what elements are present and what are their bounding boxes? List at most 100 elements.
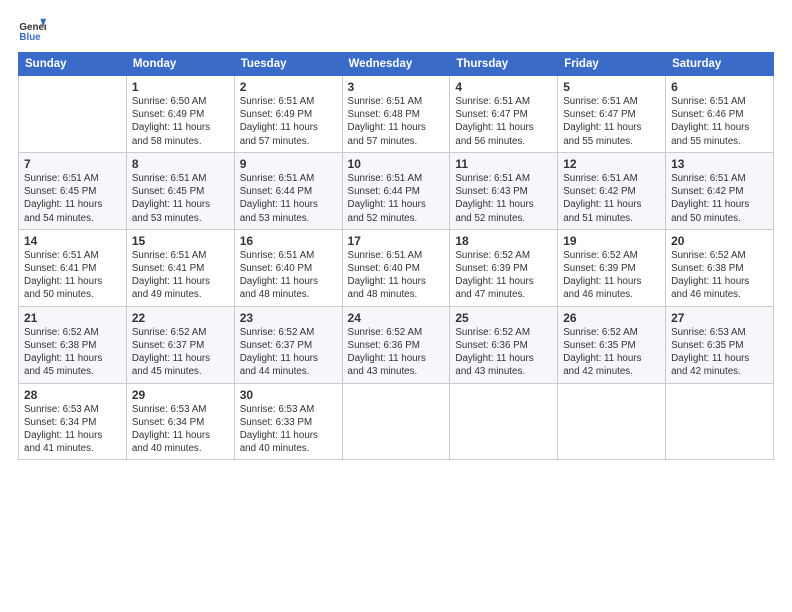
cell-content: Sunrise: 6:50 AM Sunset: 6:49 PM Dayligh… <box>132 95 229 148</box>
calendar-week-row: 28Sunrise: 6:53 AM Sunset: 6:34 PM Dayli… <box>19 383 774 460</box>
calendar-week-row: 7Sunrise: 6:51 AM Sunset: 6:45 PM Daylig… <box>19 152 774 229</box>
calendar-cell: 12Sunrise: 6:51 AM Sunset: 6:42 PM Dayli… <box>558 152 666 229</box>
weekday-header: Saturday <box>666 53 774 76</box>
calendar-cell <box>19 76 127 153</box>
day-number: 22 <box>132 311 229 325</box>
cell-content: Sunrise: 6:51 AM Sunset: 6:45 PM Dayligh… <box>24 172 121 225</box>
day-number: 24 <box>348 311 445 325</box>
day-number: 9 <box>240 157 337 171</box>
calendar-cell: 22Sunrise: 6:52 AM Sunset: 6:37 PM Dayli… <box>126 306 234 383</box>
calendar-cell <box>342 383 450 460</box>
calendar-cell: 17Sunrise: 6:51 AM Sunset: 6:40 PM Dayli… <box>342 229 450 306</box>
day-number: 15 <box>132 234 229 248</box>
day-number: 23 <box>240 311 337 325</box>
day-number: 26 <box>563 311 660 325</box>
day-number: 8 <box>132 157 229 171</box>
day-number: 5 <box>563 80 660 94</box>
page-header: General Blue <box>18 16 774 44</box>
day-number: 14 <box>24 234 121 248</box>
weekday-header: Friday <box>558 53 666 76</box>
cell-content: Sunrise: 6:53 AM Sunset: 6:33 PM Dayligh… <box>240 403 337 456</box>
calendar-cell: 21Sunrise: 6:52 AM Sunset: 6:38 PM Dayli… <box>19 306 127 383</box>
calendar-cell: 13Sunrise: 6:51 AM Sunset: 6:42 PM Dayli… <box>666 152 774 229</box>
calendar-cell <box>666 383 774 460</box>
calendar-cell: 9Sunrise: 6:51 AM Sunset: 6:44 PM Daylig… <box>234 152 342 229</box>
day-number: 25 <box>455 311 552 325</box>
cell-content: Sunrise: 6:51 AM Sunset: 6:49 PM Dayligh… <box>240 95 337 148</box>
cell-content: Sunrise: 6:52 AM Sunset: 6:36 PM Dayligh… <box>348 326 445 379</box>
day-number: 10 <box>348 157 445 171</box>
day-number: 27 <box>671 311 768 325</box>
day-number: 18 <box>455 234 552 248</box>
day-number: 3 <box>348 80 445 94</box>
weekday-header: Monday <box>126 53 234 76</box>
weekday-header: Tuesday <box>234 53 342 76</box>
day-number: 6 <box>671 80 768 94</box>
calendar-cell: 2Sunrise: 6:51 AM Sunset: 6:49 PM Daylig… <box>234 76 342 153</box>
calendar-table: SundayMondayTuesdayWednesdayThursdayFrid… <box>18 52 774 460</box>
calendar-cell: 3Sunrise: 6:51 AM Sunset: 6:48 PM Daylig… <box>342 76 450 153</box>
calendar-week-row: 21Sunrise: 6:52 AM Sunset: 6:38 PM Dayli… <box>19 306 774 383</box>
calendar-cell: 15Sunrise: 6:51 AM Sunset: 6:41 PM Dayli… <box>126 229 234 306</box>
cell-content: Sunrise: 6:51 AM Sunset: 6:47 PM Dayligh… <box>563 95 660 148</box>
calendar-cell: 23Sunrise: 6:52 AM Sunset: 6:37 PM Dayli… <box>234 306 342 383</box>
cell-content: Sunrise: 6:51 AM Sunset: 6:41 PM Dayligh… <box>132 249 229 302</box>
cell-content: Sunrise: 6:51 AM Sunset: 6:47 PM Dayligh… <box>455 95 552 148</box>
day-number: 30 <box>240 388 337 402</box>
cell-content: Sunrise: 6:51 AM Sunset: 6:46 PM Dayligh… <box>671 95 768 148</box>
cell-content: Sunrise: 6:52 AM Sunset: 6:37 PM Dayligh… <box>132 326 229 379</box>
calendar-cell: 1Sunrise: 6:50 AM Sunset: 6:49 PM Daylig… <box>126 76 234 153</box>
day-number: 13 <box>671 157 768 171</box>
cell-content: Sunrise: 6:51 AM Sunset: 6:42 PM Dayligh… <box>671 172 768 225</box>
day-number: 20 <box>671 234 768 248</box>
logo: General Blue <box>18 16 46 44</box>
day-number: 1 <box>132 80 229 94</box>
day-number: 17 <box>348 234 445 248</box>
cell-content: Sunrise: 6:51 AM Sunset: 6:48 PM Dayligh… <box>348 95 445 148</box>
logo-icon: General Blue <box>18 16 46 44</box>
weekday-header: Thursday <box>450 53 558 76</box>
calendar-cell: 29Sunrise: 6:53 AM Sunset: 6:34 PM Dayli… <box>126 383 234 460</box>
cell-content: Sunrise: 6:51 AM Sunset: 6:42 PM Dayligh… <box>563 172 660 225</box>
cell-content: Sunrise: 6:52 AM Sunset: 6:38 PM Dayligh… <box>671 249 768 302</box>
calendar-cell: 10Sunrise: 6:51 AM Sunset: 6:44 PM Dayli… <box>342 152 450 229</box>
day-number: 21 <box>24 311 121 325</box>
cell-content: Sunrise: 6:52 AM Sunset: 6:35 PM Dayligh… <box>563 326 660 379</box>
day-number: 16 <box>240 234 337 248</box>
day-number: 29 <box>132 388 229 402</box>
day-number: 19 <box>563 234 660 248</box>
weekday-header: Sunday <box>19 53 127 76</box>
cell-content: Sunrise: 6:51 AM Sunset: 6:44 PM Dayligh… <box>240 172 337 225</box>
calendar-cell: 5Sunrise: 6:51 AM Sunset: 6:47 PM Daylig… <box>558 76 666 153</box>
cell-content: Sunrise: 6:52 AM Sunset: 6:36 PM Dayligh… <box>455 326 552 379</box>
calendar-cell: 25Sunrise: 6:52 AM Sunset: 6:36 PM Dayli… <box>450 306 558 383</box>
calendar-cell: 4Sunrise: 6:51 AM Sunset: 6:47 PM Daylig… <box>450 76 558 153</box>
cell-content: Sunrise: 6:51 AM Sunset: 6:41 PM Dayligh… <box>24 249 121 302</box>
calendar-cell <box>558 383 666 460</box>
weekday-header: Wednesday <box>342 53 450 76</box>
cell-content: Sunrise: 6:53 AM Sunset: 6:34 PM Dayligh… <box>132 403 229 456</box>
calendar-header-row: SundayMondayTuesdayWednesdayThursdayFrid… <box>19 53 774 76</box>
cell-content: Sunrise: 6:53 AM Sunset: 6:35 PM Dayligh… <box>671 326 768 379</box>
calendar-cell: 6Sunrise: 6:51 AM Sunset: 6:46 PM Daylig… <box>666 76 774 153</box>
cell-content: Sunrise: 6:51 AM Sunset: 6:43 PM Dayligh… <box>455 172 552 225</box>
calendar-cell: 7Sunrise: 6:51 AM Sunset: 6:45 PM Daylig… <box>19 152 127 229</box>
cell-content: Sunrise: 6:52 AM Sunset: 6:37 PM Dayligh… <box>240 326 337 379</box>
day-number: 11 <box>455 157 552 171</box>
calendar-week-row: 14Sunrise: 6:51 AM Sunset: 6:41 PM Dayli… <box>19 229 774 306</box>
day-number: 7 <box>24 157 121 171</box>
calendar-cell: 8Sunrise: 6:51 AM Sunset: 6:45 PM Daylig… <box>126 152 234 229</box>
calendar-cell: 24Sunrise: 6:52 AM Sunset: 6:36 PM Dayli… <box>342 306 450 383</box>
calendar-cell: 28Sunrise: 6:53 AM Sunset: 6:34 PM Dayli… <box>19 383 127 460</box>
calendar-cell: 26Sunrise: 6:52 AM Sunset: 6:35 PM Dayli… <box>558 306 666 383</box>
calendar-cell: 20Sunrise: 6:52 AM Sunset: 6:38 PM Dayli… <box>666 229 774 306</box>
cell-content: Sunrise: 6:52 AM Sunset: 6:38 PM Dayligh… <box>24 326 121 379</box>
calendar-cell: 11Sunrise: 6:51 AM Sunset: 6:43 PM Dayli… <box>450 152 558 229</box>
day-number: 12 <box>563 157 660 171</box>
calendar-cell: 14Sunrise: 6:51 AM Sunset: 6:41 PM Dayli… <box>19 229 127 306</box>
cell-content: Sunrise: 6:51 AM Sunset: 6:44 PM Dayligh… <box>348 172 445 225</box>
calendar-cell: 30Sunrise: 6:53 AM Sunset: 6:33 PM Dayli… <box>234 383 342 460</box>
day-number: 2 <box>240 80 337 94</box>
cell-content: Sunrise: 6:52 AM Sunset: 6:39 PM Dayligh… <box>563 249 660 302</box>
calendar-cell <box>450 383 558 460</box>
